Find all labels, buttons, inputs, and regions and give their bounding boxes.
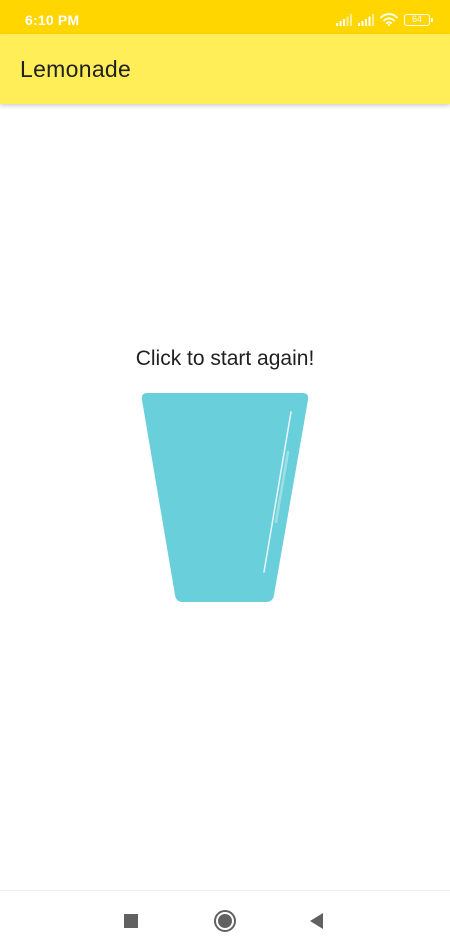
status-icons: 64: [336, 12, 433, 26]
home-button[interactable]: [213, 909, 237, 933]
lemonade-screen: 6:10 PM 64 Lemonade Click to start again…: [0, 0, 450, 950]
navigation-bar: [0, 890, 450, 950]
back-triangle-icon: [310, 913, 323, 929]
empty-glass-image-button[interactable]: [141, 392, 309, 604]
home-circle-icon: [214, 910, 236, 932]
signal-icon: [358, 14, 374, 26]
recents-square-icon: [124, 914, 138, 928]
empty-glass-icon: [141, 393, 309, 602]
recents-button[interactable]: [119, 909, 143, 933]
status-bar: 6:10 PM 64: [0, 0, 450, 34]
status-time: 6:10 PM: [25, 12, 80, 28]
wifi-icon: [380, 13, 398, 26]
main-content: Click to start again!: [0, 104, 450, 890]
app-title: Lemonade: [20, 56, 132, 82]
battery-icon: 64: [404, 14, 433, 26]
app-bar: Lemonade: [0, 34, 450, 104]
signal-icon: [336, 14, 352, 26]
back-button[interactable]: [304, 909, 328, 933]
instruction-text: Click to start again!: [135, 347, 315, 370]
